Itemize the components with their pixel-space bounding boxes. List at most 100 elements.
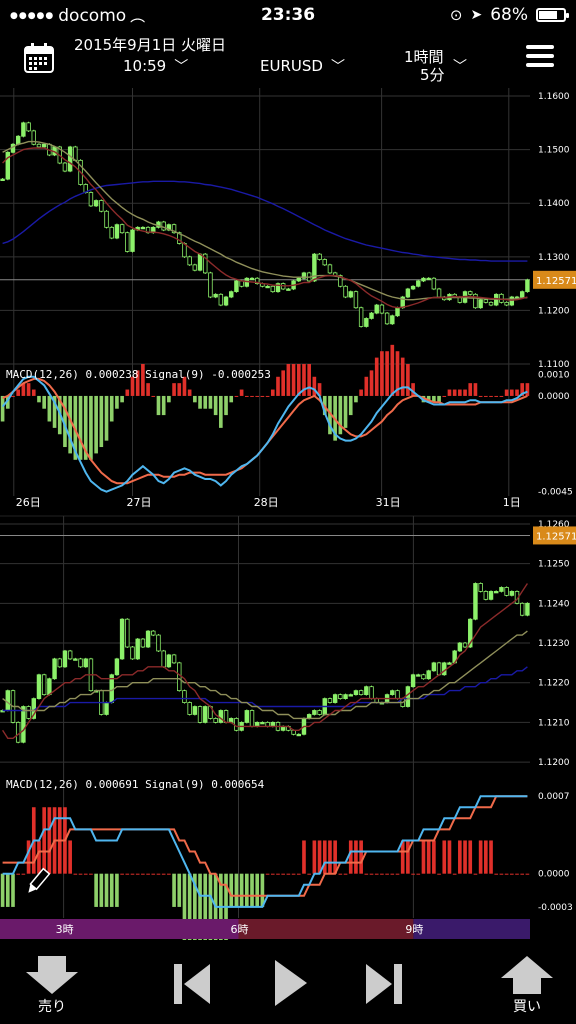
macd-histogram-bar	[83, 873, 88, 875]
symbol-selector[interactable]: EURUSD ﹀	[260, 56, 345, 76]
candle-body	[374, 304, 379, 314]
y-tick-label: 1.1100	[538, 360, 570, 370]
y-tick-label: 1.1240	[538, 599, 570, 609]
sell-label: 売り	[38, 999, 66, 1015]
candle-body	[26, 122, 31, 132]
candle-body	[0, 178, 5, 182]
calendar-icon[interactable]	[24, 42, 54, 74]
y-tick-label: 0.0000	[538, 392, 570, 402]
macd-histogram-bar	[0, 873, 5, 907]
candle-body	[15, 722, 21, 743]
macd-histogram-bar	[286, 364, 291, 396]
macd-histogram-bar	[244, 395, 249, 397]
macd-histogram-bar	[187, 389, 192, 396]
macd-histogram-bar	[432, 840, 436, 874]
candle-body	[83, 658, 88, 668]
candle-body	[488, 591, 494, 600]
macd-histogram-bar	[11, 395, 15, 397]
macd-histogram-bar	[16, 873, 21, 875]
skip-back-icon[interactable]	[172, 962, 212, 1006]
buy-button[interactable]: 買い	[497, 954, 557, 1020]
date-label[interactable]: 2015年9月1日 火曜日	[74, 34, 226, 55]
candle-body	[358, 690, 364, 696]
candle-body	[197, 706, 203, 723]
y-tick-label: 1.1400	[538, 199, 570, 209]
candle-body	[348, 291, 353, 298]
macd-histogram-bar	[219, 395, 223, 428]
macd-histogram-bar	[515, 873, 519, 875]
menu-icon[interactable]	[526, 45, 554, 69]
chart-area[interactable]: 1.1600 1.1500 1.1400 1.1300 1.1200 1.1100 1.12…	[0, 88, 576, 940]
macd-histogram-bar	[509, 873, 514, 875]
chart-header: 2015年9月1日 火曜日 10:59 ﹀ EURUSD ﹀ 1時間 5分 ﹀	[0, 30, 576, 88]
candle-body	[208, 272, 213, 298]
candle-body	[327, 264, 333, 274]
macd-histogram-bar	[198, 395, 202, 409]
y-tick-label: 1.1200	[538, 306, 570, 316]
candle-body	[203, 706, 208, 723]
macd-histogram-bar	[281, 873, 286, 875]
macd-histogram-bar	[104, 873, 109, 907]
candle-body	[223, 296, 229, 306]
y-tick-label: 1.1210	[538, 718, 570, 728]
candle-body	[145, 630, 151, 648]
candle-body	[171, 654, 177, 664]
candle-body	[379, 304, 385, 314]
candle-body	[5, 690, 11, 711]
macd-histogram-bar	[348, 395, 353, 416]
macd-histogram-bar	[276, 873, 280, 875]
sell-button[interactable]: 売り	[22, 956, 82, 1020]
macd-histogram-bar	[141, 873, 145, 875]
chevron-down-icon: ﹀	[453, 59, 467, 75]
macd-histogram-bar	[115, 873, 119, 907]
candle-body	[483, 299, 489, 303]
candle-body	[327, 698, 333, 703]
skip-forward-icon[interactable]	[364, 962, 404, 1006]
candle-body	[384, 312, 390, 325]
macd-histogram-bar	[270, 389, 275, 396]
candle-body	[104, 210, 109, 228]
candle-body	[421, 277, 426, 282]
candle-body	[317, 253, 322, 260]
battery-percent: 68%	[490, 5, 528, 25]
macd-histogram-bar	[463, 389, 467, 396]
macd-histogram-bar	[395, 873, 400, 875]
candle-body	[218, 293, 224, 306]
macd-histogram-bar	[224, 395, 228, 416]
macd-histogram-bar	[68, 395, 72, 454]
time-selector[interactable]: 10:59 ﹀	[123, 56, 188, 76]
x-tick-label: 31日	[376, 496, 401, 509]
macd-histogram-bar	[359, 840, 363, 874]
macd-histogram-bar	[504, 873, 509, 875]
macd-histogram-bar	[286, 873, 291, 875]
macd-histogram-bar	[426, 840, 431, 874]
candle-body	[78, 658, 83, 668]
y-tick-label: 1.1230	[538, 639, 570, 649]
macd-histogram-bar	[338, 395, 343, 435]
macd-histogram-bar	[11, 873, 15, 907]
play-icon[interactable]	[273, 958, 309, 1008]
macd-histogram-bar	[68, 840, 72, 874]
location-icon: ➤	[470, 7, 483, 23]
macd-histogram-bar	[167, 873, 171, 875]
macd-histogram-bar	[354, 840, 358, 874]
macd-histogram-bar	[146, 873, 150, 875]
candle-body	[187, 256, 192, 266]
candle-body	[504, 301, 509, 306]
candle-body	[130, 229, 135, 252]
candle-body	[21, 706, 26, 743]
sell-arrow-icon	[26, 956, 78, 994]
candle-body	[265, 285, 270, 289]
macd-histogram-bar	[504, 389, 509, 396]
macd-histogram-bar	[26, 840, 31, 874]
macd-histogram-bar	[250, 395, 254, 397]
macd-histogram-bar	[37, 840, 41, 874]
macd-histogram-bar	[348, 840, 353, 874]
time-band	[0, 919, 239, 939]
ma-slow-line	[2, 666, 528, 712]
macd-histogram-bar	[281, 370, 286, 396]
macd-histogram-bar	[94, 873, 98, 907]
candle-body	[249, 710, 255, 727]
macd-label: MACD(12,26) 0.000691 Signal(9) 0.000654	[6, 778, 265, 791]
buy-label: 買い	[513, 999, 541, 1015]
